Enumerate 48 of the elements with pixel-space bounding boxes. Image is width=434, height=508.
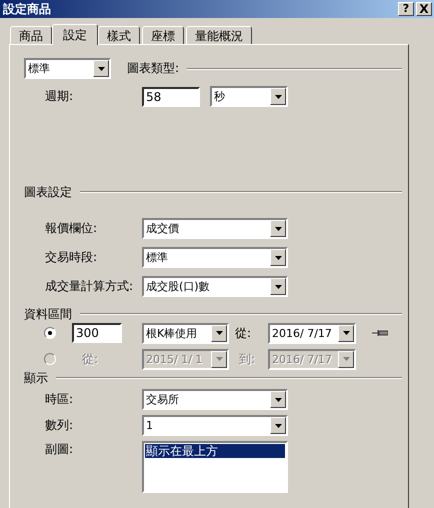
field-label: 數列: <box>45 417 74 434</box>
dropdown-arrow-icon <box>274 424 282 428</box>
close-button[interactable]: X <box>416 2 432 16</box>
tab[interactable]: 座標 <box>142 26 184 44</box>
radio-button[interactable] <box>44 327 56 339</box>
field-label: 副圖: <box>45 441 74 458</box>
dropdown-arrow-icon <box>274 94 282 98</box>
dropdown[interactable]: 秒 <box>210 86 288 107</box>
input-field[interactable]: 58 <box>142 86 200 106</box>
dropdown[interactable]: 成交股(口)數 <box>142 276 288 297</box>
list-item[interactable]: 顯示在最上方 <box>145 444 285 458</box>
dropdown[interactable]: 成交價 <box>142 218 288 239</box>
group-title: 資料區間 <box>24 306 72 322</box>
dropdown-arrow-icon <box>98 66 104 70</box>
window-title: 設定商品 <box>3 0 52 18</box>
dropdown[interactable]: 1 <box>142 415 288 436</box>
field-label: 時區: <box>45 391 74 408</box>
group-title: 顯示 <box>24 370 48 386</box>
dropdown-arrow-icon <box>342 331 350 335</box>
pushpin-icon[interactable] <box>372 329 388 337</box>
field-label: 成交量計算方式: <box>45 278 134 295</box>
tab[interactable]: 設定 <box>52 24 98 45</box>
dropdown-arrow-icon <box>342 357 350 361</box>
field-label: 從: <box>235 324 252 342</box>
tab[interactable]: 商品 <box>10 26 52 44</box>
dropdown-arrow-icon <box>274 256 282 260</box>
field-label: 週期: <box>45 88 74 105</box>
field-label: 從: <box>82 350 100 368</box>
group-title: 圖表設定 <box>24 184 72 200</box>
dropdown-arrow-icon <box>274 226 282 230</box>
dropdown[interactable]: 2016/ 7/17 <box>268 322 356 344</box>
tab[interactable]: 量能概況 <box>186 26 252 44</box>
dropdown-arrow-icon <box>274 398 282 402</box>
help-button[interactable]: ? <box>398 2 414 16</box>
field-label: 報價欄位: <box>45 220 98 237</box>
tab[interactable]: 樣式 <box>98 26 140 44</box>
dropdown-arrow-icon <box>274 284 282 288</box>
dropdown-arrow-icon <box>216 357 222 361</box>
field-label: 交易時段: <box>45 249 98 266</box>
input-field[interactable]: 300 <box>72 323 122 343</box>
dropdown[interactable]: 交易所 <box>142 389 288 410</box>
list-box[interactable]: 顯示在最上方 <box>142 441 288 493</box>
field-label: 到: <box>239 350 256 368</box>
field-label: 圖表類型: <box>127 60 180 77</box>
dropdown[interactable]: 標準 <box>24 58 111 79</box>
dropdown[interactable]: 標準 <box>142 247 288 268</box>
dropdown-arrow-icon <box>216 331 222 335</box>
dropdown[interactable]: 根K棒使用 <box>142 322 229 344</box>
